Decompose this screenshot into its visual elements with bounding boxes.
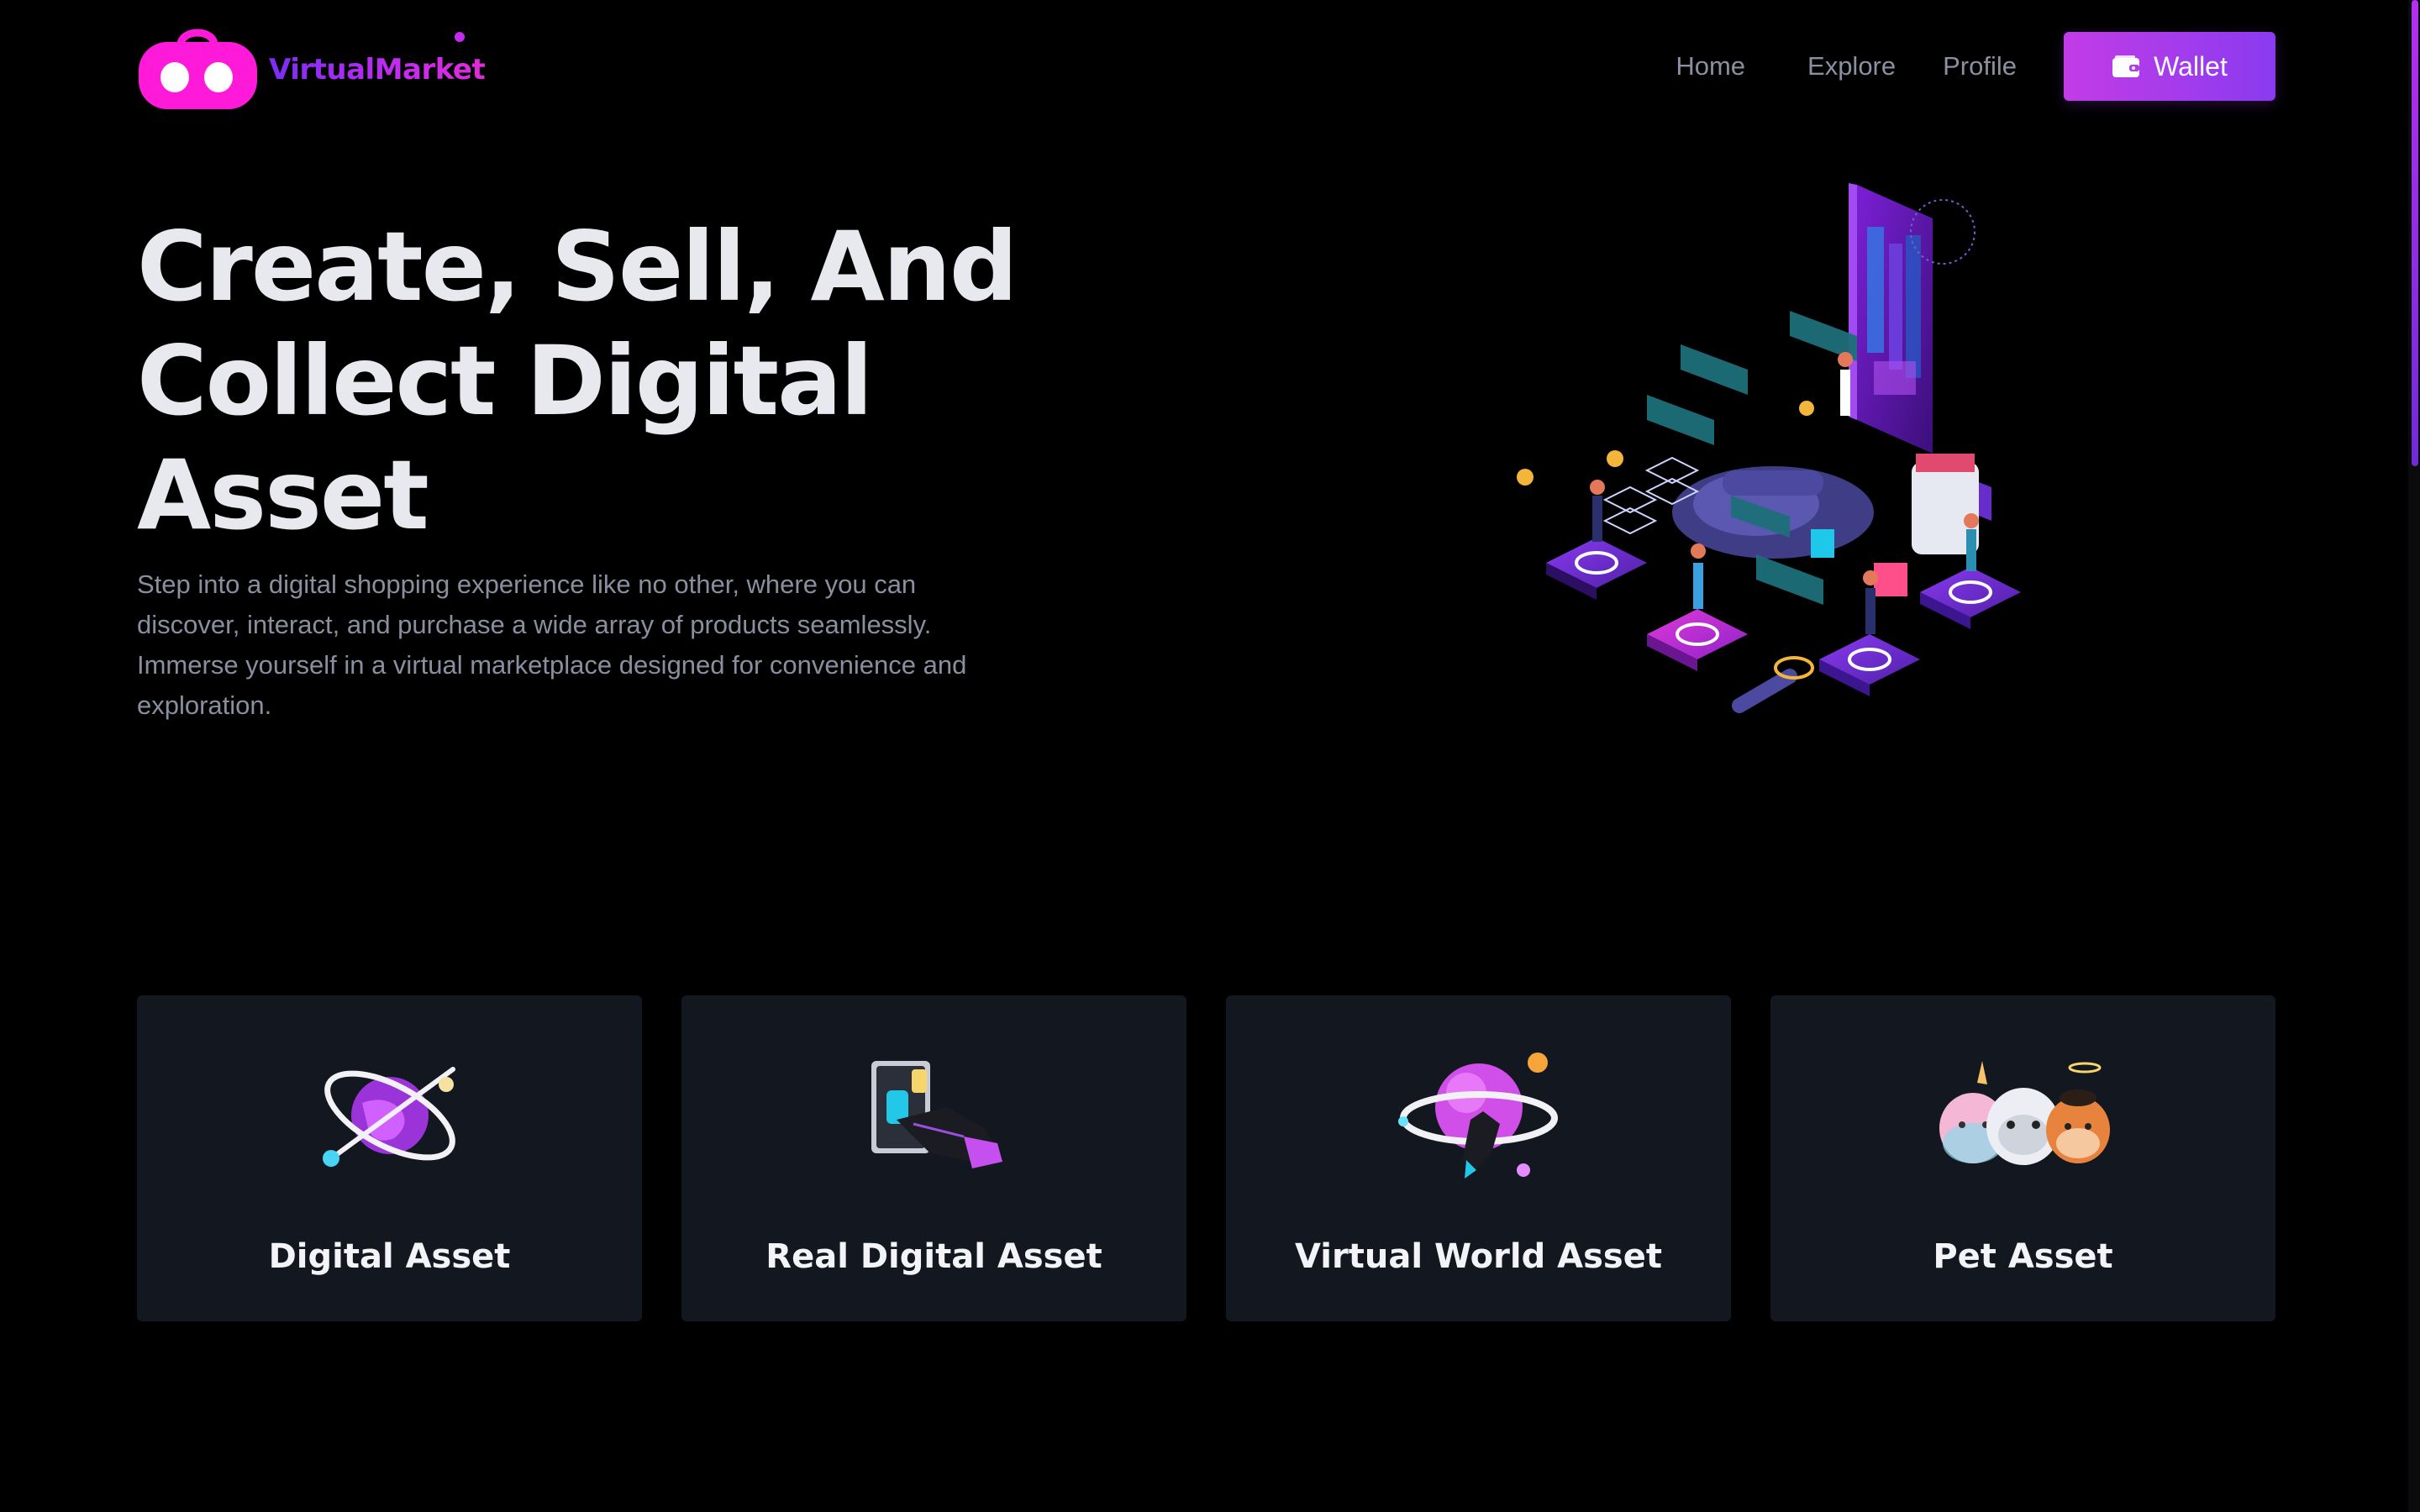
brand-logo[interactable]: VirtualMarket [137, 20, 486, 113]
hero-title: Create, Sell, And Collect Digital Asset [137, 210, 1061, 553]
hero-title-line-2: Collect Digital [137, 325, 873, 437]
vr-hand-card-icon [871, 1061, 1002, 1168]
category-cards: Digital Asset Real Digital Asset Virtual… [137, 995, 2275, 1321]
wallet-icon [2112, 55, 2140, 77]
robot-logo-icon [139, 29, 257, 109]
hero-description: Step into a digital shopping experience … [137, 570, 967, 720]
category-label: Pet Asset [1933, 1237, 2113, 1276]
orbit-globe-icon [322, 1067, 455, 1167]
hero-title-line-1: Create, Sell, And [137, 211, 1018, 323]
top-navbar: VirtualMarket Home Explore Profile Walle… [0, 0, 2420, 134]
pets-icon [1939, 1061, 2110, 1165]
nav-profile-link[interactable]: Profile [1943, 51, 2017, 81]
main-nav: Home Explore Profile Wallet [1676, 32, 2275, 101]
brand-name: VirtualMarket [269, 53, 486, 87]
category-label: Digital Asset [268, 1237, 511, 1276]
page-scrollbar[interactable] [2408, 0, 2420, 1512]
category-label: Real Digital Asset [765, 1237, 1102, 1276]
category-card-virtual-world-asset[interactable]: Virtual World Asset [1226, 995, 1731, 1321]
category-card-pet-asset[interactable]: Pet Asset [1770, 995, 2275, 1321]
isometric-marketplace-illustration [1517, 183, 2021, 713]
category-card-digital-asset[interactable]: Digital Asset [137, 995, 642, 1321]
scrollbar-thumb[interactable] [2412, 0, 2418, 466]
wallet-label: Wallet [2154, 50, 2228, 81]
planet-icon [1397, 1053, 1558, 1179]
nav-explore-link[interactable]: Explore [1807, 51, 1896, 81]
brand-dot [455, 32, 465, 42]
category-label: Virtual World Asset [1295, 1237, 1662, 1276]
hero-title-line-3: Asset [137, 439, 429, 551]
wallet-button[interactable]: Wallet [2064, 32, 2275, 101]
category-card-real-digital-asset[interactable]: Real Digital Asset [681, 995, 1186, 1321]
nav-home-link[interactable]: Home [1676, 51, 1745, 81]
